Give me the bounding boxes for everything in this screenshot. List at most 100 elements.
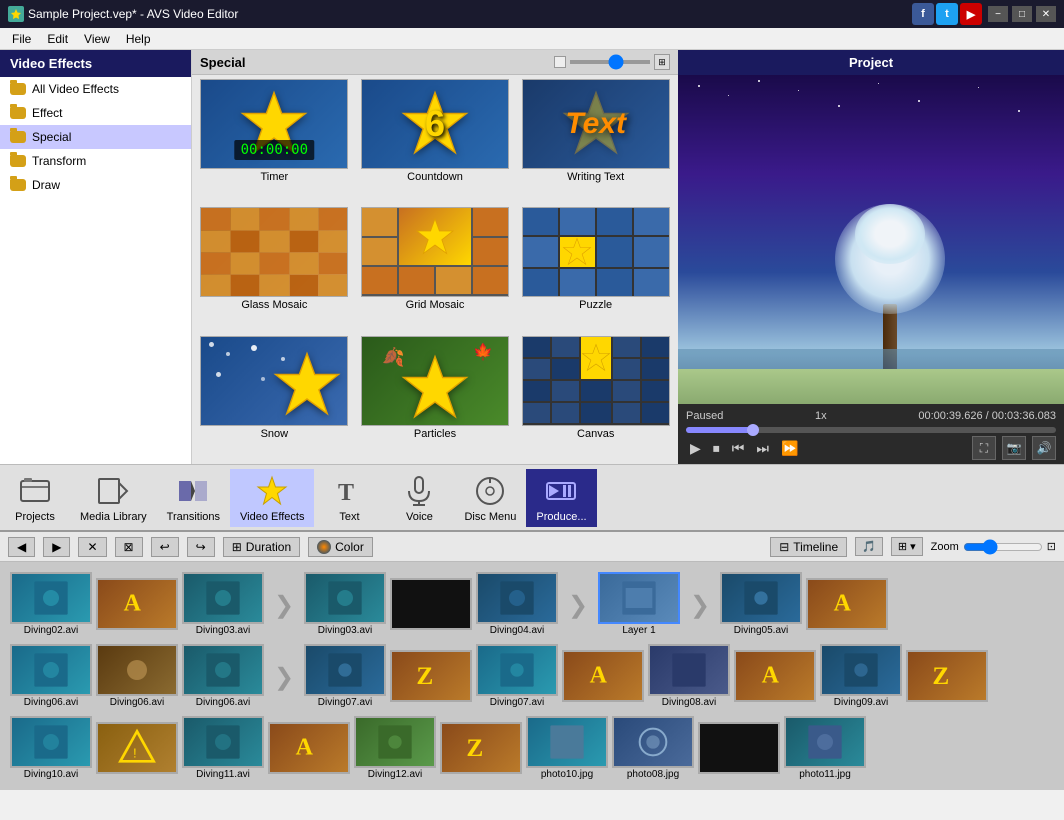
header-checkbox[interactable]: [554, 56, 566, 68]
timeline-item[interactable]: Diving12.avi: [354, 716, 436, 780]
timeline-item[interactable]: Z: [390, 650, 472, 703]
tool-transitions[interactable]: Transitions: [157, 469, 230, 527]
timeline-item[interactable]: Diving07.avi: [476, 644, 558, 708]
snapshot-button[interactable]: 📷: [1002, 436, 1026, 460]
timeline-item[interactable]: Diving07.avi: [304, 644, 386, 708]
fast-forward-button[interactable]: ⏩: [777, 438, 802, 459]
preview-seekbar[interactable]: [686, 427, 1056, 433]
timeline-item[interactable]: photo11.jpg: [784, 716, 866, 780]
timeline-row-1: Diving02.avi A Diving03.avi ❯ Diving03.a…: [8, 570, 1056, 638]
effect-timer[interactable]: 00:00:00 Timer: [196, 79, 353, 203]
timeline-item[interactable]: photo08.jpg: [612, 716, 694, 780]
seekbar-thumb[interactable]: [747, 424, 759, 436]
timeline-item[interactable]: Diving10.avi: [10, 716, 92, 780]
timeline-icon: ⊟: [779, 540, 789, 554]
color-button[interactable]: Color: [308, 537, 373, 557]
timeline-item[interactable]: A: [734, 650, 816, 703]
menu-view[interactable]: View: [76, 30, 118, 48]
tool-voice[interactable]: Voice: [384, 469, 454, 527]
timeline-item-layer1[interactable]: Layer 1: [598, 572, 680, 636]
titlebar: Sample Project.vep* - AVS Video Editor f…: [0, 0, 1064, 28]
zoom-slider[interactable]: [963, 539, 1043, 555]
tool-label-produce: Produce...: [536, 511, 586, 523]
maximize-button[interactable]: □: [1012, 6, 1032, 22]
effect-countdown[interactable]: 6 Countdown: [357, 79, 514, 203]
minimize-button[interactable]: −: [988, 6, 1008, 22]
menu-edit[interactable]: Edit: [39, 30, 76, 48]
audio-view-button[interactable]: 🎵: [855, 537, 883, 556]
effect-grid-mosaic[interactable]: Grid Mosaic: [357, 207, 514, 331]
tool-media-library[interactable]: Media Library: [70, 469, 157, 527]
effect-writing-text[interactable]: Text Writing Text: [517, 79, 674, 203]
timeline-item[interactable]: Z: [906, 650, 988, 703]
effect-particles[interactable]: 🍂 🍁 Particles: [357, 336, 514, 460]
forward-button[interactable]: ▶: [43, 537, 70, 557]
size-slider[interactable]: [570, 60, 650, 64]
volume-button[interactable]: 🔊: [1032, 436, 1056, 460]
timeline-item[interactable]: Diving06.avi: [10, 644, 92, 708]
prev-frame-button[interactable]: ⏮: [728, 438, 749, 459]
timeline-item[interactable]: Diving06.avi: [96, 644, 178, 708]
stop-button[interactable]: ⏹: [709, 438, 724, 459]
twitter-icon[interactable]: t: [936, 3, 958, 25]
timeline-item[interactable]: A: [806, 578, 888, 631]
app-icon: [8, 6, 24, 22]
play-button[interactable]: ▶: [686, 438, 705, 459]
preview-title: Project: [678, 50, 1064, 75]
timeline-item[interactable]: Diving03.avi: [182, 572, 264, 636]
timeline-item[interactable]: Z: [440, 722, 522, 775]
facebook-icon[interactable]: f: [912, 3, 934, 25]
thumb-label: Diving08.avi: [662, 697, 716, 708]
effect-glass-mosaic[interactable]: Glass Mosaic: [196, 207, 353, 331]
tool-disc-menu[interactable]: Disc Menu: [454, 469, 526, 527]
sidebar-item-effect[interactable]: Effect: [0, 101, 191, 125]
fullscreen-button[interactable]: ⛶: [972, 436, 996, 460]
effect-label-particles: Particles: [412, 426, 458, 442]
timeline-item[interactable]: Diving03.avi: [304, 572, 386, 636]
grid-button[interactable]: ⊞ ▾: [891, 537, 923, 556]
timeline-item[interactable]: Diving05.avi: [720, 572, 802, 636]
sidebar-item-transform[interactable]: Transform: [0, 149, 191, 173]
timeline-item[interactable]: A: [562, 650, 644, 703]
sidebar-item-special[interactable]: Special: [0, 125, 191, 149]
tool-projects[interactable]: Projects: [0, 469, 70, 527]
effect-thumb-particles: 🍂 🍁: [361, 336, 509, 426]
back-button[interactable]: ◀: [8, 537, 35, 557]
grid-view-btn[interactable]: ⊞: [654, 54, 670, 70]
sidebar-item-all[interactable]: All Video Effects: [0, 77, 191, 101]
redo-button[interactable]: ↪: [187, 537, 215, 557]
undo-button[interactable]: ↩: [151, 537, 179, 557]
timeline-item[interactable]: A: [268, 722, 350, 775]
timeline-item[interactable]: Diving08.avi: [648, 644, 730, 708]
effect-puzzle[interactable]: Puzzle: [517, 207, 674, 331]
next-frame-button[interactable]: ⏭: [752, 438, 773, 459]
timeline-button[interactable]: ⊟ Timeline: [770, 537, 847, 557]
timeline-item[interactable]: !: [96, 722, 178, 775]
effect-snow[interactable]: Snow: [196, 336, 353, 460]
timeline-item[interactable]: A: [96, 578, 178, 631]
main-area: Video Effects All Video Effects Effect S…: [0, 50, 1064, 464]
effect-canvas[interactable]: Canvas: [517, 336, 674, 460]
timeline-item[interactable]: Diving06.avi: [182, 644, 264, 708]
sidebar-item-draw[interactable]: Draw: [0, 173, 191, 197]
svg-text:Z: Z: [932, 662, 949, 690]
timeline-item[interactable]: photo10.jpg: [526, 716, 608, 780]
tool-video-effects[interactable]: Video Effects: [230, 469, 314, 527]
timeline-item[interactable]: [390, 578, 472, 631]
menu-file[interactable]: File: [4, 30, 39, 48]
timeline-item[interactable]: Diving02.avi: [10, 572, 92, 636]
remove-button[interactable]: ⊠: [115, 537, 143, 557]
timeline-item[interactable]: Diving11.avi: [182, 716, 264, 780]
duration-button[interactable]: ⊞ Duration: [223, 537, 300, 557]
delete-button[interactable]: ✕: [78, 537, 106, 557]
timeline-item[interactable]: Diving04.avi: [476, 572, 558, 636]
tool-text[interactable]: T Text: [314, 469, 384, 527]
menu-help[interactable]: Help: [118, 30, 159, 48]
timeline-row-3: Diving10.avi ! Diving11.avi A Diving12.a…: [8, 714, 1056, 782]
timeline-item[interactable]: Diving09.avi: [820, 644, 902, 708]
tool-produce[interactable]: Produce...: [526, 469, 596, 527]
preview-btn-row: ▶ ⏹ ⏮ ⏭ ⏩ ⛶ 📷 🔊: [686, 436, 1056, 460]
close-button[interactable]: ✕: [1036, 6, 1056, 22]
youtube-icon[interactable]: ▶: [960, 3, 982, 25]
timeline-item[interactable]: [698, 722, 780, 775]
